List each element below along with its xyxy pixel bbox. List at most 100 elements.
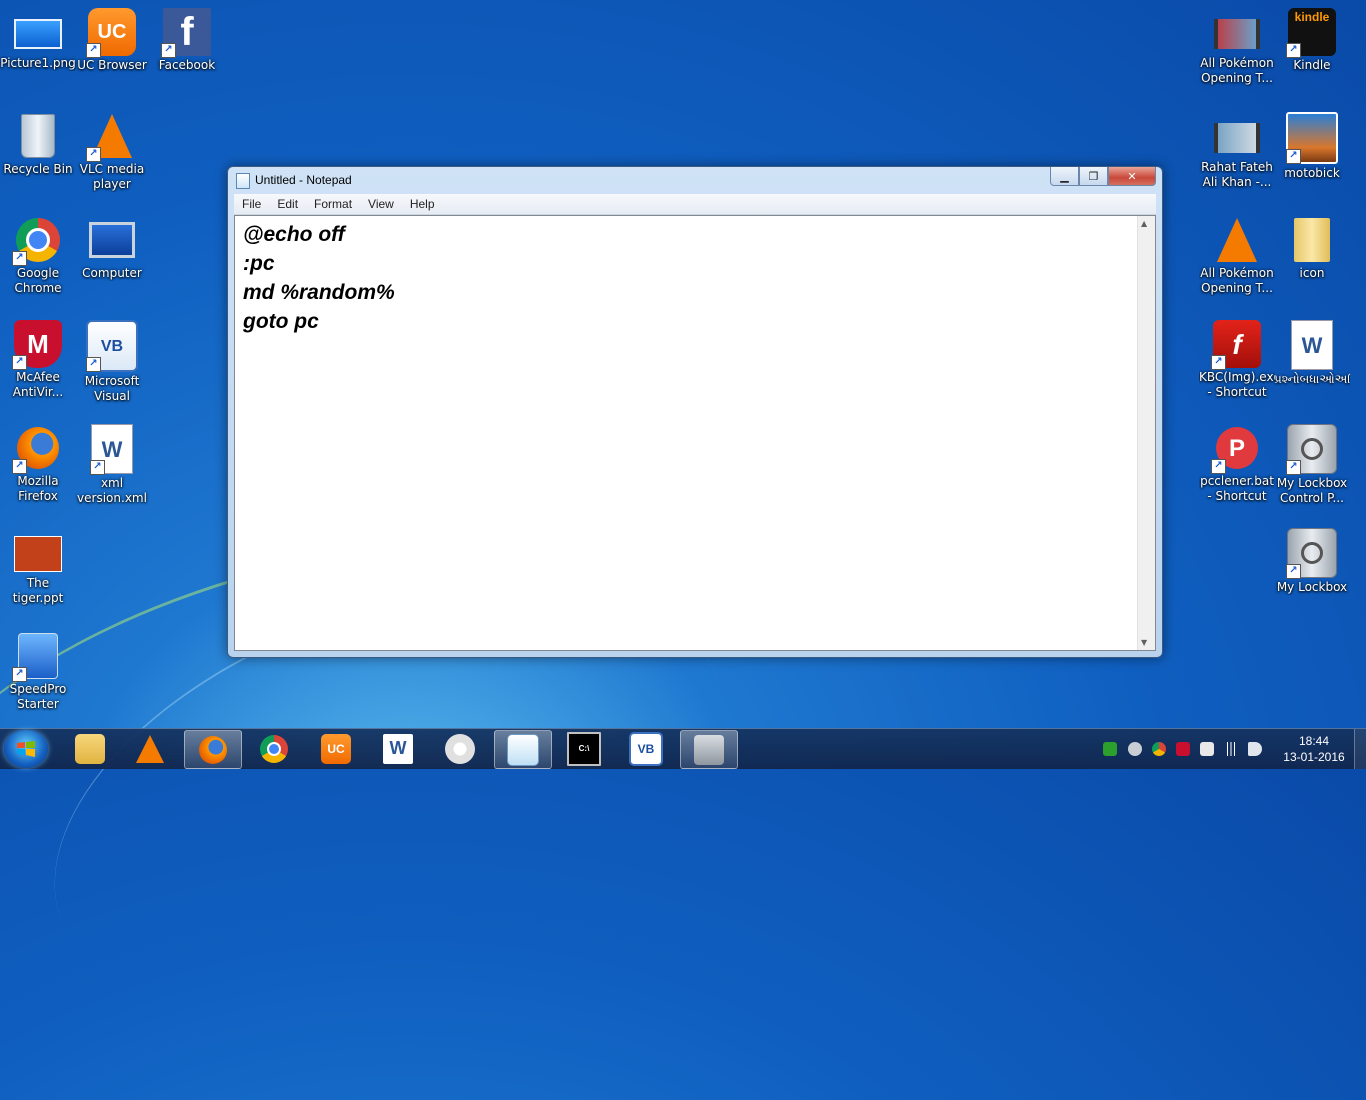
desktop-icon-recycle-bin[interactable]: Recycle Bin — [0, 112, 76, 177]
flash-icon: f ↗ — [1211, 320, 1261, 370]
desktop-icon-xml-version[interactable]: W ↗ xml version.xml — [74, 424, 150, 506]
menu-bar: File Edit Format View Help — [234, 194, 1156, 215]
lockbox-icon: ↗ — [1286, 424, 1337, 475]
visual-basic-icon: VB ↗ — [86, 320, 138, 372]
chrome-tray-icon[interactable] — [1152, 742, 1166, 756]
maximize-button[interactable]: ❐ — [1079, 167, 1108, 186]
show-desktop-button[interactable] — [1354, 729, 1366, 769]
title-bar[interactable]: Untitled - Notepad ▁ ❐ ✕ — [228, 167, 1162, 193]
folder-icon — [1288, 216, 1336, 264]
start-button[interactable] — [4, 730, 48, 768]
desktop-icon-picture1[interactable]: Picture1.png — [0, 8, 76, 71]
recycle-bin-icon — [14, 112, 62, 160]
powerpoint-file-icon — [14, 534, 62, 574]
video-file-icon — [1213, 118, 1261, 158]
vlc-icon: ↗ — [86, 112, 136, 162]
mcafee-icon: M ↗ — [12, 320, 62, 370]
desktop-icon-kindle[interactable]: kindle ↗ Kindle — [1274, 8, 1350, 73]
taskbar-notepad[interactable] — [494, 730, 552, 769]
video-file-icon — [1213, 14, 1261, 54]
desktop-icon-lockbox-control[interactable]: ↗ My Lockbox Control P... — [1274, 424, 1350, 506]
desktop-icon-firefox[interactable]: ↗ Mozilla Firefox — [0, 424, 76, 504]
desktop-icon-mcafee[interactable]: M ↗ McAfee AntiVir... — [0, 320, 76, 400]
text-editor[interactable]: @echo off :pc md %random% goto pc ▲ ▼ — [234, 215, 1156, 651]
editor-content[interactable]: @echo off :pc md %random% goto pc — [243, 220, 1135, 336]
notepad-window[interactable]: Untitled - Notepad ▁ ❐ ✕ File Edit Forma… — [227, 166, 1163, 658]
desktop-icon-computer[interactable]: Computer — [74, 216, 150, 281]
taskbar-cmd[interactable]: C:\ — [556, 730, 612, 767]
clock-date: 13-01-2016 — [1283, 750, 1345, 764]
desktop-icon-speedpro[interactable]: ↗ SpeedPro Starter — [0, 632, 76, 712]
desktop-icon-visual-basic[interactable]: VB↗ Microsoft Visual Basi... — [74, 320, 150, 404]
facebook-icon: f ↗ — [161, 8, 211, 58]
mcafee-tray-icon[interactable] — [1176, 742, 1190, 756]
firefox-icon — [199, 735, 227, 764]
desktop-icon-icon-folder[interactable]: icon — [1274, 216, 1350, 281]
desktop-icon-pokemon-vlc[interactable]: All Pokémon Opening T... — [1199, 216, 1275, 296]
computer-icon — [88, 216, 136, 264]
word-icon: W — [383, 733, 413, 764]
image-file-icon — [14, 14, 62, 54]
volume-icon[interactable] — [1248, 742, 1262, 756]
desktop-icon-kbc[interactable]: f ↗ KBC(Img).exe - Shortcut — [1199, 320, 1275, 400]
desktop-icon-gujarati-doc[interactable]: W પ્રશ્નોબધાઓઅશિ... — [1274, 320, 1350, 387]
clock-time: 18:44 — [1298, 734, 1330, 748]
explorer-icon — [75, 733, 105, 764]
scroll-up-icon[interactable]: ▲ — [1141, 219, 1147, 228]
desktop-icon-rahat-fateh[interactable]: Rahat Fateh Ali Khan -... — [1199, 112, 1275, 190]
windows-logo-icon — [17, 741, 35, 757]
word-document-icon: W — [1291, 320, 1333, 370]
action-center-icon[interactable] — [1200, 742, 1214, 756]
scroll-down-icon[interactable]: ▼ — [1141, 638, 1147, 647]
menu-format[interactable]: Format — [306, 197, 360, 211]
system-tray — [1100, 729, 1300, 769]
desktop-icon-uc-browser[interactable]: UC ↗ UC Browser — [74, 8, 150, 73]
image-shortcut-icon: ↗ — [1286, 112, 1338, 164]
visual-basic-icon: VB — [629, 731, 663, 766]
desktop-icon-tiger-ppt[interactable]: The tiger.ppt — [0, 534, 76, 606]
menu-view[interactable]: View — [360, 197, 402, 211]
clock[interactable]: 18:44 13-01-2016 — [1280, 733, 1348, 765]
firefox-icon: ↗ — [12, 424, 62, 474]
uc-browser-icon: UC — [321, 733, 351, 764]
taskbar-chrome[interactable] — [246, 730, 302, 767]
p-app-icon: P ↗ — [1211, 424, 1261, 474]
window-controls: ▁ ❐ ✕ — [1050, 167, 1156, 186]
taskbar: UC W C:\ VB 18:44 13-01-2016 — [0, 728, 1366, 769]
desktop-icon-pcclener[interactable]: P ↗ pcclener.bat - Shortcut — [1199, 424, 1275, 504]
desktop-icon-chrome[interactable]: ↗ Google Chrome — [0, 216, 76, 296]
desktop-icon-motobick[interactable]: ↗ motobick — [1274, 112, 1350, 181]
close-button[interactable]: ✕ — [1108, 167, 1156, 186]
desktop-icon-facebook[interactable]: f ↗ Facebook — [149, 8, 225, 73]
camera-icon — [694, 734, 724, 765]
taskbar-firefox[interactable] — [184, 730, 242, 769]
kindle-badge: kindle — [1294, 10, 1330, 24]
chrome-icon — [260, 734, 288, 763]
taskbar-explorer[interactable] — [62, 730, 118, 767]
signal-strength-icon[interactable] — [1224, 742, 1238, 756]
taskbar-paint[interactable] — [432, 730, 488, 767]
taskbar-word[interactable]: W — [370, 730, 426, 767]
word-document-icon: W ↗ — [90, 424, 133, 475]
window-title: Untitled - Notepad — [255, 173, 352, 187]
taskbar-uc-browser[interactable]: UC — [308, 730, 364, 767]
desktop-icon-vlc[interactable]: ↗ VLC media player — [74, 112, 150, 192]
lockbox-icon: ↗ — [1286, 528, 1337, 579]
taskbar-camera[interactable] — [680, 730, 738, 769]
taskbar-visual-basic[interactable]: VB — [618, 730, 674, 767]
menu-file[interactable]: File — [234, 197, 269, 211]
menu-edit[interactable]: Edit — [269, 197, 306, 211]
kindle-icon: kindle ↗ — [1286, 8, 1336, 58]
taskbar-vlc[interactable] — [122, 730, 178, 767]
menu-help[interactable]: Help — [402, 197, 443, 211]
cmd-icon: C:\ — [567, 731, 601, 766]
camera-tray-icon[interactable] — [1128, 742, 1142, 756]
desktop-icon-pokemon-video[interactable]: All Pokémon Opening T... — [1199, 8, 1275, 86]
network-status-icon[interactable] — [1103, 742, 1117, 756]
vlc-icon — [1213, 216, 1261, 264]
minimize-button[interactable]: ▁ — [1050, 167, 1079, 186]
speedpro-icon: ↗ — [12, 632, 62, 682]
desktop-icon-lockbox[interactable]: ↗ My Lockbox — [1274, 528, 1350, 595]
vertical-scrollbar[interactable]: ▲ ▼ — [1137, 216, 1155, 650]
notepad-app-icon — [236, 173, 250, 189]
